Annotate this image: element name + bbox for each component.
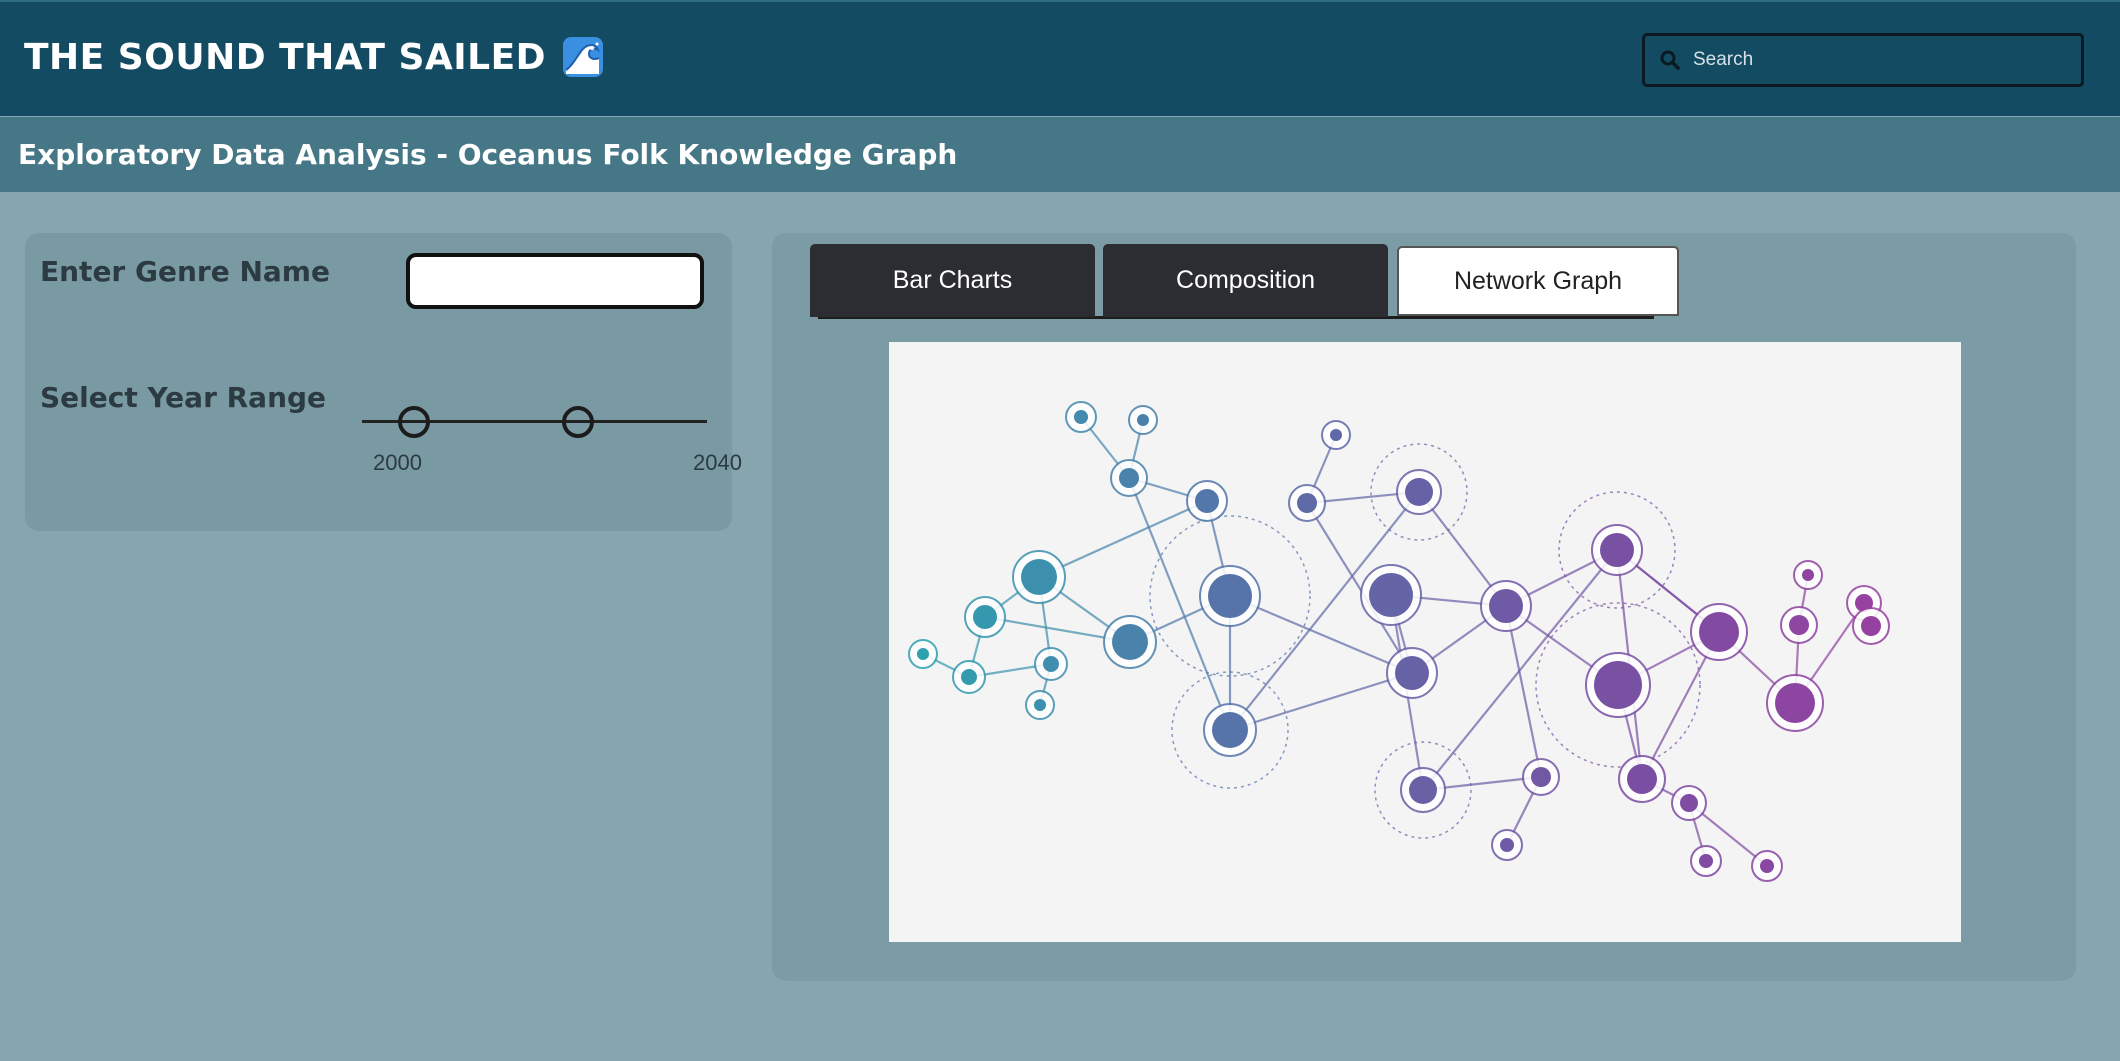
main-panel: Bar Charts Composition Network Graph (772, 233, 2076, 981)
network-graph-group (908, 401, 1890, 882)
tab-composition[interactable]: Composition (1103, 244, 1388, 317)
genre-input[interactable] (406, 253, 704, 309)
genre-label: Enter Genre Name (40, 255, 330, 288)
page-title: Exploratory Data Analysis - Oceanus Folk… (18, 138, 958, 171)
year-range-label: Select Year Range (40, 381, 327, 414)
tab-network-graph[interactable]: Network Graph (1397, 246, 1679, 316)
year-range-slider[interactable]: 2000 2040 (362, 398, 742, 478)
tab-bar-charts[interactable]: Bar Charts (810, 244, 1095, 317)
filter-panel: Enter Genre Name Select Year Range 2000 … (25, 233, 742, 531)
slider-max-label: 2040 (693, 450, 742, 475)
slider-handle-high[interactable] (561, 406, 594, 438)
app-title: THE SOUND THAT SAILED (24, 36, 604, 78)
network-graph-illustration (908, 401, 1890, 882)
search-icon (1660, 50, 1680, 70)
subheader: Exploratory Data Analysis - Oceanus Folk… (0, 117, 2120, 192)
app-title-text: THE SOUND THAT SAILED (24, 36, 547, 78)
top-bar: THE SOUND THAT SAILED (0, 0, 2120, 116)
search-input[interactable] (1691, 48, 2075, 72)
tab-bar: Bar Charts Composition Network Graph (810, 244, 1679, 320)
slider-handle-low[interactable] (397, 406, 430, 438)
network-graph-image (889, 342, 1961, 942)
water-wave-icon (562, 36, 604, 78)
search-box[interactable] (1642, 33, 2084, 87)
slider-min-label: 2000 (373, 450, 422, 475)
